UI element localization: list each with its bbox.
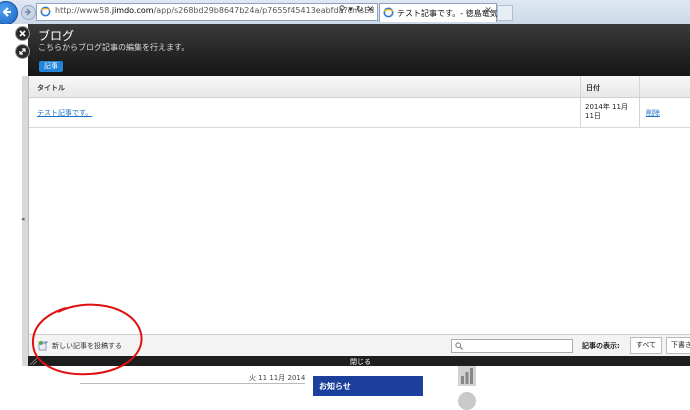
new-tab-button[interactable] xyxy=(497,5,513,21)
filter-draft-button[interactable]: 下書き xyxy=(666,337,690,354)
ie-logo-icon xyxy=(383,7,394,18)
url-text: http://www58.jimdo.com/app/s268bd29b8647… xyxy=(55,6,375,15)
ie-logo-icon xyxy=(40,6,51,17)
browser-tab[interactable]: テスト記事です。- 徳島竜気... ✕ xyxy=(379,3,505,22)
tab-close-icon[interactable]: ✕ xyxy=(484,6,492,16)
close-icon xyxy=(19,30,26,37)
arrow-left-icon xyxy=(2,7,11,17)
forward-button[interactable] xyxy=(21,5,36,20)
display-filter-label: 記事の表示: xyxy=(582,342,620,350)
blog-post-table: タイトル 日付 テスト記事です。 2014年 11月 11日 削除 xyxy=(28,76,690,334)
resize-grip-icon[interactable] xyxy=(30,358,37,365)
filter-all-button[interactable]: すべて xyxy=(630,337,662,354)
address-bar[interactable]: http://www58.jimdo.com/app/s268bd29b8647… xyxy=(36,3,378,21)
background-post-date: 火 11 11月 2014 xyxy=(249,374,306,382)
expand-icon xyxy=(19,48,26,55)
close-modal-button[interactable] xyxy=(15,26,30,41)
modal-close-bar[interactable]: 閉じる xyxy=(28,356,690,366)
circle-icon[interactable] xyxy=(458,392,476,410)
post-date: 2014年 11月 11日 xyxy=(585,103,628,120)
modal-description: こちらからブログ記事の編集を行えます。 xyxy=(38,43,190,52)
table-row: テスト記事です。 2014年 11月 11日 削除 xyxy=(29,98,690,128)
arrow-right-icon xyxy=(25,8,31,16)
new-post-link[interactable]: 新しい記事を投稿する xyxy=(52,341,122,351)
search-icon xyxy=(455,342,463,350)
tab-posts[interactable]: 記事 xyxy=(39,61,63,72)
post-search-field[interactable] xyxy=(451,339,573,353)
expand-modal-button[interactable] xyxy=(15,44,30,59)
dropdown-icon[interactable]: ▾ xyxy=(348,5,353,15)
post-search-input[interactable] xyxy=(466,340,568,351)
search-icon[interactable]: ⚲ xyxy=(339,5,346,15)
table-header: タイトル 日付 xyxy=(29,76,690,98)
new-post-icon[interactable] xyxy=(38,340,49,351)
close-label: 閉じる xyxy=(350,358,371,366)
refresh-icon[interactable]: ↻ xyxy=(356,5,364,15)
delete-post-link[interactable]: 削除 xyxy=(646,108,660,118)
background-notice-heading[interactable]: お知らせ xyxy=(313,376,423,396)
close-icon[interactable]: ✕ xyxy=(366,5,374,15)
bar-chart-icon[interactable] xyxy=(458,366,476,386)
column-header-date[interactable]: 日付 xyxy=(586,83,600,93)
column-header-title[interactable]: タイトル xyxy=(37,83,65,93)
modal-footer: 新しい記事を投稿する 記事の表示: すべて 下書き xyxy=(28,334,690,357)
browser-toolbar: http://www58.jimdo.com/app/s268bd29b8647… xyxy=(0,0,690,25)
notice-label: お知らせ xyxy=(319,382,351,391)
blog-modal-header: ブログ こちらからブログ記事の編集を行えます。 記事 xyxy=(28,24,690,76)
post-title-link[interactable]: テスト記事です。 xyxy=(37,108,92,118)
background-divider xyxy=(80,383,305,384)
back-button[interactable] xyxy=(0,1,18,25)
collapse-arrow-icon[interactable]: ◂ xyxy=(21,215,25,223)
